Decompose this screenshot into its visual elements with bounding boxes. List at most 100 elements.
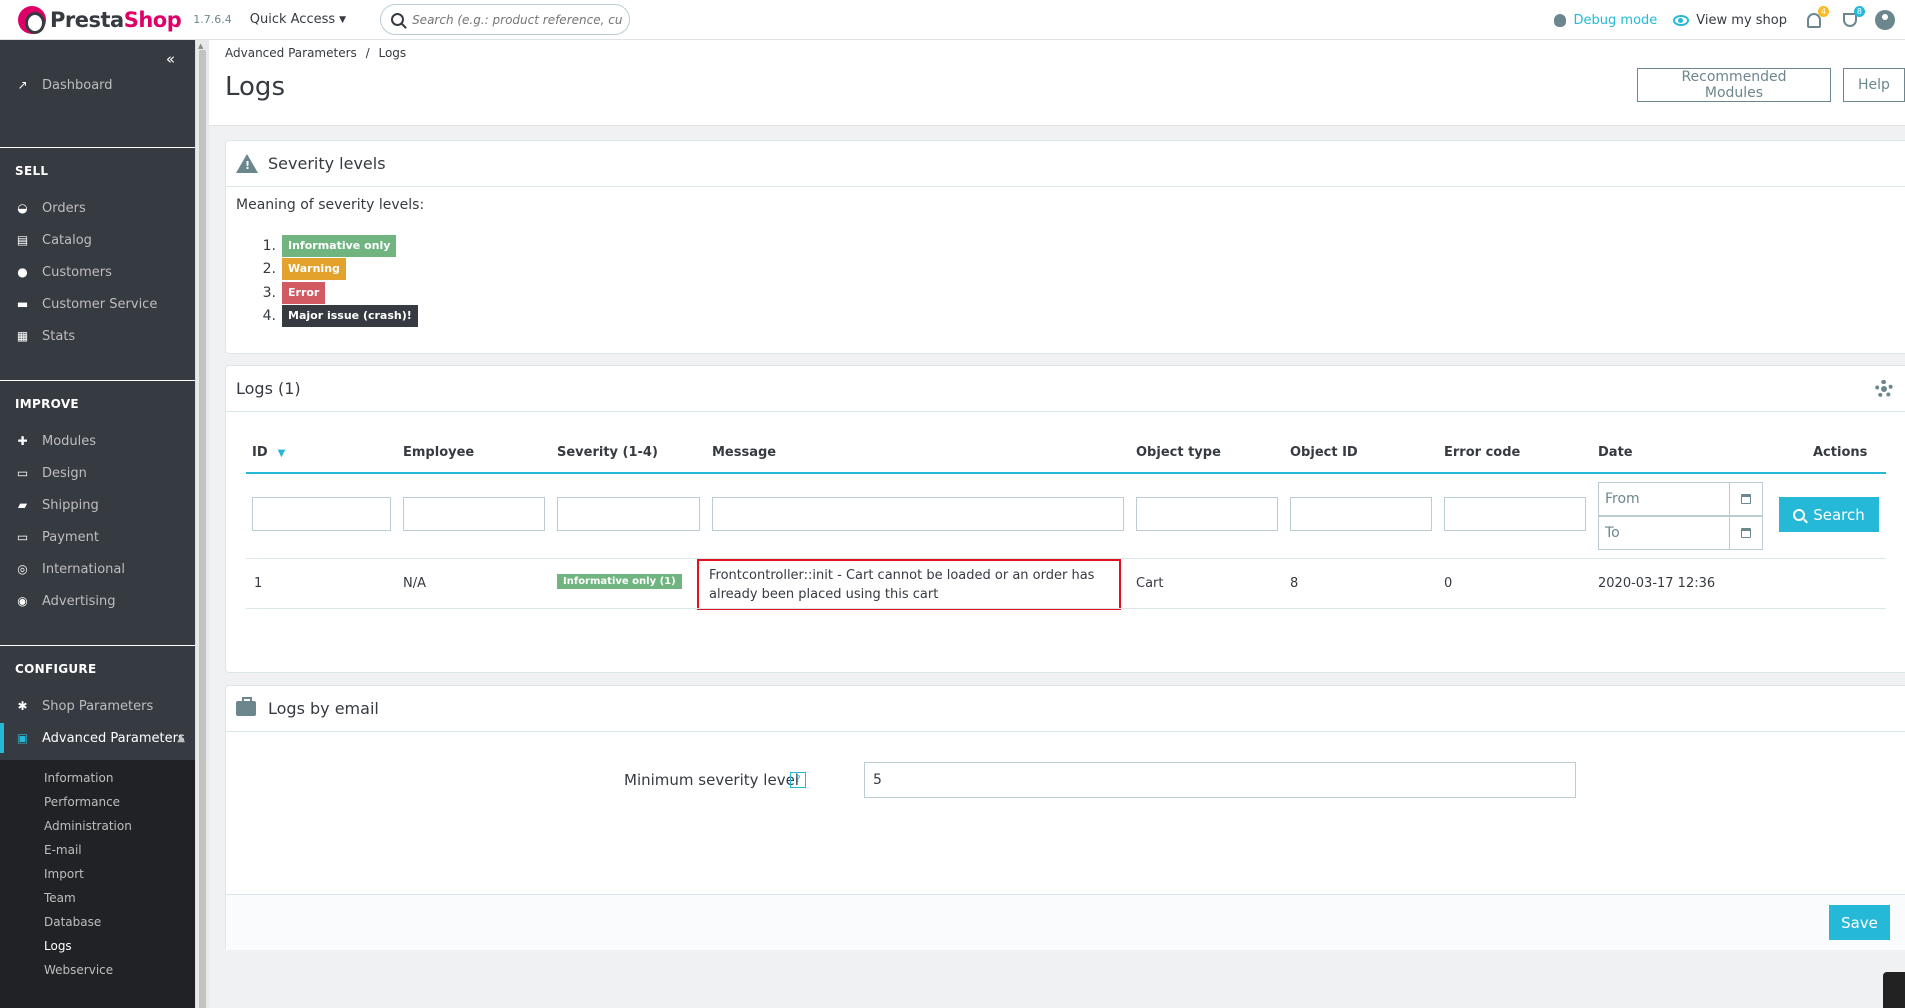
severity-badge-informative: Informative only [282,235,397,257]
filter-date-from-input[interactable] [1598,482,1730,516]
employee-avatar-icon[interactable] [1875,10,1895,30]
severity-level-number: 1. [262,238,276,254]
filter-object-id-input[interactable] [1290,497,1432,531]
subnav-item-administration[interactable]: Administration [44,819,132,833]
scrollbar-thumb[interactable] [199,50,206,1008]
severity-badge-major: Major issue (crash)! [282,305,418,327]
search-button[interactable]: Search [1779,497,1879,532]
sidebar-item-label: Advertising [42,593,116,609]
severity-panel-header: Severity levels [226,141,1905,187]
severity-level-item: 1. Informative only [261,235,397,257]
filter-id-input[interactable] [252,497,391,531]
page-scrollbar[interactable]: ▲ [195,40,209,1008]
breadcrumb-parent[interactable]: Advanced Parameters [225,46,357,60]
sidebar-item-orders[interactable]: ◒ Orders [0,193,195,223]
severity-level-number: 3. [262,285,276,301]
severity-level-item: 3. Error [261,282,326,304]
notification-badge: 4 [1817,6,1829,17]
date-from-picker-button[interactable] [1730,482,1763,516]
sidebar-item-advanced-parameters[interactable]: ▣ Advanced Parameters ▲ [0,723,195,753]
help-icon[interactable]: ? [790,772,806,788]
column-header-id[interactable]: ID ▼ [252,445,285,460]
quick-access-dropdown[interactable]: Quick Access ▼ [250,12,346,27]
sidebar-item-label: International [42,561,125,577]
logs-panel: Logs (1) ID ▼ Employee Severity (1-4) Mes… [225,365,1905,673]
page-title: Logs [225,72,285,102]
minimum-severity-input[interactable] [864,762,1576,798]
subnav-item-webservice[interactable]: Webservice [44,963,113,977]
column-header-message[interactable]: Message [712,445,776,460]
symfony-toolbar-toggle[interactable] [1883,972,1905,1008]
sidebar-item-advertising[interactable]: ◉ Advertising [0,586,195,616]
filter-message-input[interactable] [712,497,1124,531]
cell-error-code: 0 [1444,576,1453,591]
caret-down-icon: ▼ [339,14,347,25]
sidebar-item-customers[interactable]: ● Customers [0,257,195,287]
top-header: PrestaShop 1.7.6.4 Quick Access ▼ Debug … [0,0,1905,40]
bug-icon [1553,13,1566,27]
column-header-employee[interactable]: Employee [403,445,474,460]
scroll-up-icon[interactable]: ▲ [198,42,203,50]
column-header-actions: Actions [1813,445,1868,460]
subnav-item-email[interactable]: E-mail [44,843,82,857]
sidebar-item-modules[interactable]: ✚ Modules [0,426,195,456]
view-shop-link[interactable]: View my shop [1673,13,1787,28]
column-header-date[interactable]: Date [1598,445,1633,460]
sidebar-item-dashboard[interactable]: ↗ Dashboard [0,70,195,100]
subnav-item-information[interactable]: Information [44,771,113,785]
header-search-input[interactable] [412,12,623,27]
sidebar-item-international[interactable]: ◎ International [0,554,195,584]
sidebar-item-payment[interactable]: ▭ Payment [0,522,195,552]
column-header-object-id[interactable]: Object ID [1290,445,1358,460]
achievements-button[interactable]: 8 [1839,6,1865,31]
sort-desc-icon[interactable]: ▼ [278,448,286,459]
credit-card-icon: ▭ [16,530,29,544]
logs-panel-header: Logs (1) [226,366,1905,412]
column-header-error-code[interactable]: Error code [1444,445,1520,460]
subnav-item-team[interactable]: Team [44,891,76,905]
brand-name-post: Shop [123,7,182,32]
save-button[interactable]: Save [1829,905,1890,940]
date-to-picker-button[interactable] [1730,516,1763,550]
prestashop-logo[interactable]: PrestaShop [18,5,182,34]
search-icon [391,13,405,26]
logs-panel-title: Logs (1) [236,379,301,398]
sidebar-item-stats[interactable]: ▦ Stats [0,321,195,351]
collapse-sidebar-icon[interactable]: « [166,50,175,68]
filter-date-to-input[interactable] [1598,516,1730,550]
cell-severity: Informative only (1) [557,573,682,590]
sidebar-item-shipping[interactable]: ▰ Shipping [0,490,195,520]
severity-level-number: 2. [262,261,276,277]
puzzle-icon: ✚ [17,434,28,448]
briefcase-icon [236,697,256,716]
sidebar-item-customer-service[interactable]: ▬ Customer Service [0,289,195,319]
sidebar-section-improve: IMPROVE [15,397,79,411]
trending-up-icon: ↗ [17,78,28,92]
column-header-label: ID [252,445,268,460]
severity-badge: Informative only (1) [557,574,682,589]
filter-severity-input[interactable] [557,497,700,531]
column-header-severity[interactable]: Severity (1-4) [557,445,658,460]
header-search[interactable] [380,4,631,35]
filter-employee-input[interactable] [403,497,545,531]
subnav-item-database[interactable]: Database [44,915,101,929]
sidebar-item-shop-parameters[interactable]: ✱ Shop Parameters [0,691,195,721]
help-button[interactable]: Help [1843,68,1905,102]
subnav-item-import[interactable]: Import [44,867,84,881]
sidebar-item-design[interactable]: ▭ Design [0,458,195,488]
sidebar-item-catalog[interactable]: ▤ Catalog [0,225,195,255]
subnav-item-logs[interactable]: Logs [44,939,72,953]
filter-object-type-input[interactable] [1136,497,1278,531]
gear-icon[interactable] [1875,380,1893,398]
recommended-modules-button[interactable]: Recommended Modules [1637,68,1831,102]
email-panel-header: Logs by email [226,686,1905,732]
filter-error-code-input[interactable] [1444,497,1586,531]
chevron-up-icon: ▲ [177,732,185,744]
notifications-button[interactable]: 4 [1803,6,1829,31]
sidebar-section-configure: CONFIGURE [15,662,97,676]
calendar-icon [1741,528,1751,538]
column-header-object-type[interactable]: Object type [1136,445,1221,460]
subnav-item-performance[interactable]: Performance [44,795,120,809]
debug-mode-link[interactable]: Debug mode [1553,13,1657,28]
sidebar-divider [0,645,195,646]
